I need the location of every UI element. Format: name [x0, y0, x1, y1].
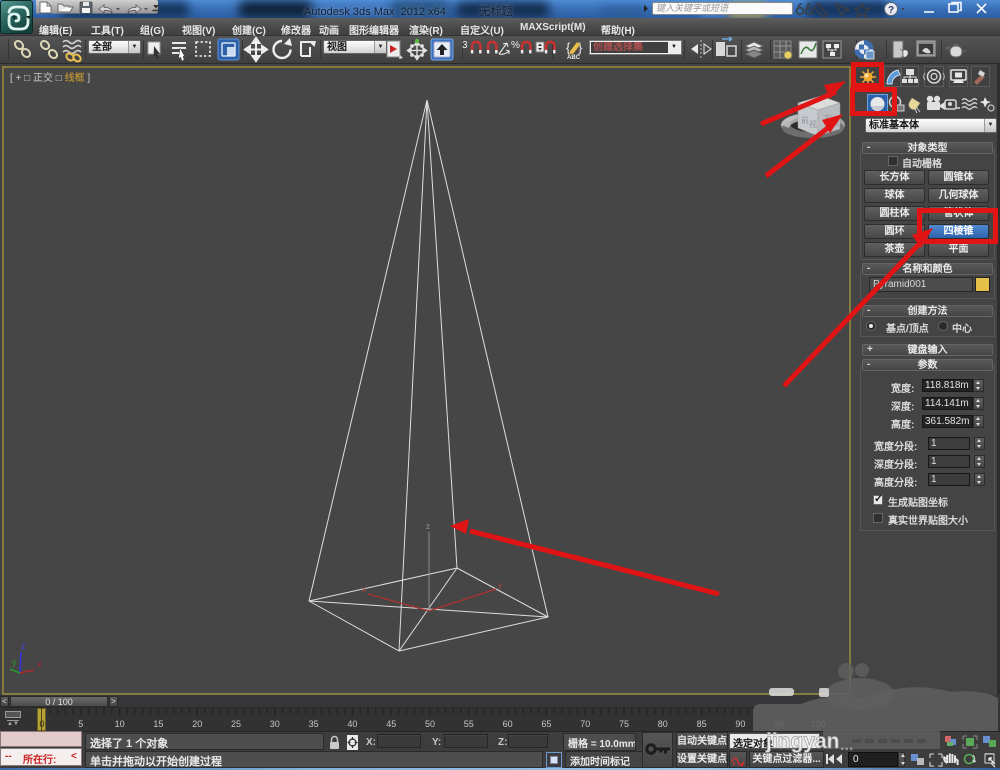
svg-text:35: 35 [309, 719, 319, 729]
svg-text:30: 30 [270, 719, 280, 729]
svg-text:40: 40 [347, 719, 357, 729]
svg-text:65: 65 [541, 719, 551, 729]
svg-text:25: 25 [231, 719, 241, 729]
svg-text:45: 45 [386, 719, 396, 729]
svg-text:%: % [511, 40, 520, 51]
svg-text:15: 15 [153, 719, 163, 729]
svg-text:?: ? [888, 5, 894, 16]
svg-text:ABC: ABC [567, 55, 581, 61]
svg-text:3: 3 [462, 40, 468, 51]
svg-text:80: 80 [658, 719, 668, 729]
svg-text:20: 20 [192, 719, 202, 729]
svg-text:60: 60 [503, 719, 513, 729]
svg-text:70: 70 [580, 719, 590, 729]
svg-text:...: ... [840, 737, 853, 754]
svg-text:}: } [578, 40, 583, 55]
svg-text:75: 75 [619, 719, 629, 729]
svg-text:视: 视 [809, 119, 817, 129]
svg-text:x: x [362, 585, 366, 594]
svg-text:50: 50 [425, 719, 435, 729]
svg-text:jingyan: jingyan [765, 730, 840, 753]
svg-text:y: y [498, 581, 502, 590]
svg-text:z: z [21, 641, 26, 651]
svg-text:55: 55 [464, 719, 474, 729]
svg-text:5: 5 [78, 719, 83, 729]
svg-text:10: 10 [115, 719, 125, 729]
svg-text:y: y [12, 657, 17, 667]
svg-text:前: 前 [801, 115, 809, 125]
svg-text:x: x [37, 659, 42, 669]
svg-text:z: z [426, 522, 430, 531]
svg-text:视: 视 [831, 117, 839, 127]
